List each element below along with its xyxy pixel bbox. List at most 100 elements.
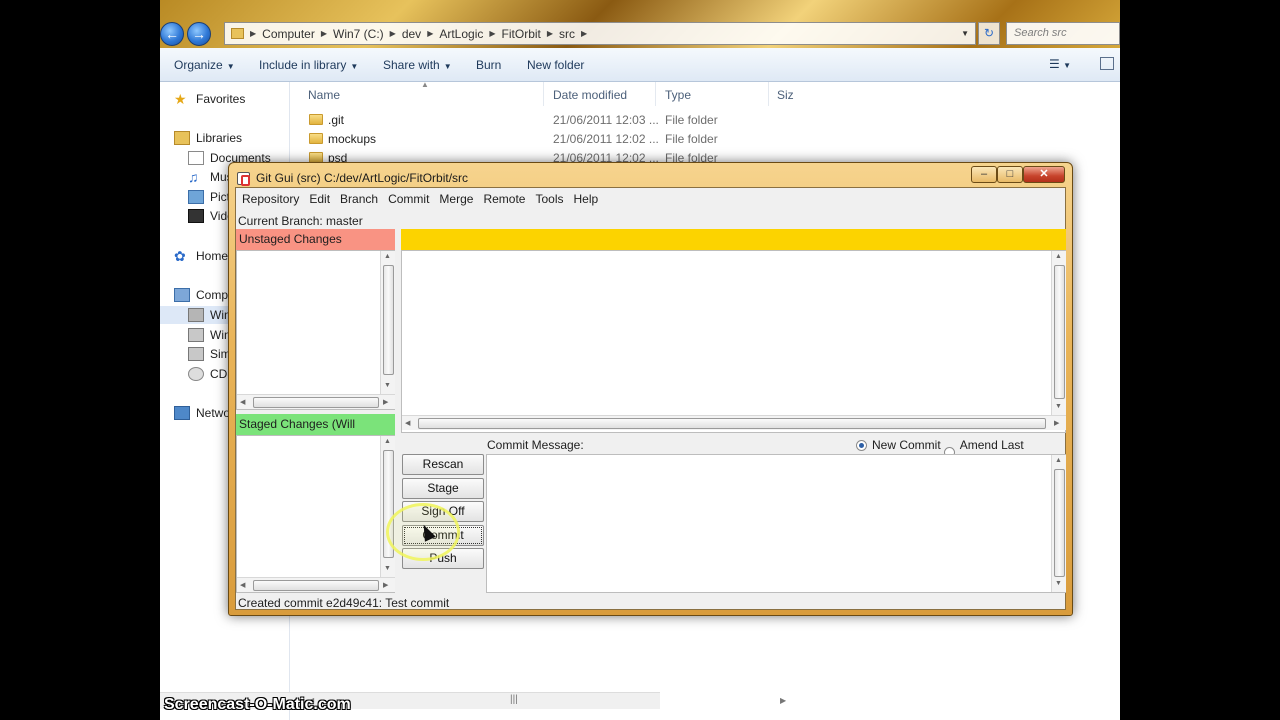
back-button[interactable]: ←	[160, 22, 184, 46]
menu-help[interactable]: Help	[573, 192, 598, 206]
nav-cd-drive[interactable]: CD-	[188, 367, 231, 381]
column-date[interactable]: Date modified	[553, 88, 627, 102]
crumb-dev[interactable]: dev	[402, 27, 421, 41]
title-bar: Git Gui (src) C:/dev/ArtLogic/FitOrbit/s…	[237, 169, 468, 187]
file-row[interactable]: .git 21/06/2011 12:03 ... File folder	[291, 111, 791, 130]
radio-selected-icon	[856, 439, 867, 451]
nav-libraries[interactable]: Libraries	[174, 131, 242, 145]
chevron-right-icon: ▶	[546, 29, 554, 38]
menu-remote[interactable]: Remote	[483, 192, 525, 206]
unstaged-file-list[interactable]: ▲ ▼ ◀ ▶	[236, 250, 395, 410]
nav-drive-win[interactable]: Win	[188, 328, 231, 342]
horizontal-scrollbar[interactable]: ◀ ▶	[402, 415, 1066, 430]
unstaged-changes-header: Unstaged Changes	[236, 229, 395, 250]
nav-computer[interactable]: Comp	[174, 288, 228, 302]
crumb-artlogic[interactable]: ArtLogic	[439, 27, 483, 41]
folder-icon	[309, 114, 323, 125]
menu-commit[interactable]: Commit	[388, 192, 429, 206]
file-row[interactable]: mockups 21/06/2011 12:02 ... File folder	[291, 130, 791, 149]
computer-icon	[174, 288, 190, 302]
letterbox-left	[0, 0, 160, 720]
crumb-fitorbit[interactable]: FitOrbit	[502, 27, 541, 41]
crumb-src[interactable]: src	[559, 27, 575, 41]
nav-homegroup[interactable]: ✿ Home	[174, 249, 228, 263]
current-branch-label: Current Branch: master	[238, 214, 363, 228]
close-button[interactable]: ✕	[1023, 166, 1065, 183]
horizontal-scrollbar[interactable]: ◀ ▶	[237, 394, 395, 409]
scroll-right-icon[interactable]: ▶	[780, 696, 786, 705]
maximize-button[interactable]: □	[997, 166, 1023, 183]
pictures-icon	[188, 190, 204, 204]
menu-edit[interactable]: Edit	[309, 192, 330, 206]
caret-down-icon: ▼	[350, 62, 359, 71]
drive-icon	[188, 308, 204, 322]
scroll-up-icon: ▲	[1055, 253, 1062, 260]
scroll-right-icon: ▶	[383, 399, 389, 406]
diff-header	[401, 229, 1066, 250]
address-row: ← → ▶ Computer ▶ Win7 (C:) ▶ dev ▶ ArtLo…	[160, 0, 1120, 48]
commit-message-input[interactable]: ▲ ▼	[486, 454, 1066, 593]
scroll-down-icon: ▼	[384, 382, 391, 389]
scroll-right-icon: ▶	[383, 582, 389, 589]
network-icon	[174, 406, 190, 420]
burn-button[interactable]: Burn	[476, 58, 501, 72]
search-input[interactable]: Search src	[1006, 22, 1120, 45]
refresh-button[interactable]: ↻	[978, 22, 1000, 45]
menu-branch[interactable]: Branch	[340, 192, 378, 206]
status-bar: Created commit e2d49c41: Test commit	[238, 596, 450, 610]
vertical-scrollbar[interactable]: ▲ ▼	[380, 436, 395, 577]
scroll-right-icon: ▶	[1054, 420, 1060, 427]
diff-view[interactable]: ▲ ▼ ◀ ▶	[401, 250, 1066, 433]
nav-pictures[interactable]: Pict	[188, 190, 230, 204]
vertical-scrollbar[interactable]: ▲ ▼	[380, 251, 395, 394]
scroll-down-icon: ▼	[1055, 403, 1062, 410]
view-options-icon[interactable]: ☰ ▼	[1049, 57, 1071, 71]
new-folder-button[interactable]: New folder	[527, 58, 584, 72]
minimize-button[interactable]: –	[971, 166, 997, 183]
git-gui-icon	[237, 171, 250, 186]
libraries-icon	[174, 131, 190, 145]
documents-icon	[188, 151, 204, 165]
nav-music[interactable]: ♫ Mus	[188, 170, 233, 184]
preview-pane-icon[interactable]	[1100, 57, 1114, 70]
scroll-left-icon: ◀	[240, 582, 246, 589]
forward-button[interactable]: →	[187, 22, 211, 46]
staged-file-list[interactable]: ▲ ▼ ◀ ▶	[236, 435, 395, 593]
homegroup-icon: ✿	[174, 248, 186, 264]
column-name[interactable]: Name	[308, 88, 340, 102]
menu-repository[interactable]: Repository	[242, 192, 299, 206]
chevron-right-icon: ▶	[320, 29, 327, 38]
share-with-menu[interactable]: Share with ▼	[383, 58, 452, 72]
crumb-computer[interactable]: Computer	[262, 27, 315, 41]
nav-videos[interactable]: Vide	[188, 209, 234, 223]
caret-down-icon: ▼	[443, 62, 452, 71]
commit-message-label: Commit Message:	[487, 438, 584, 452]
include-in-library-menu[interactable]: Include in library ▼	[259, 58, 358, 72]
organize-menu[interactable]: Organize ▼	[174, 58, 235, 72]
menu-tools[interactable]: Tools	[535, 192, 563, 206]
stage-changed-button[interactable]: Stage Changed	[402, 478, 484, 514]
sort-up-icon: ▲	[421, 80, 429, 89]
menu-bar: Repository Edit Branch Commit Merge Remo…	[236, 188, 1065, 210]
watermark: Screencast-O-Matic.com	[164, 696, 351, 713]
nav-favorites[interactable]: ★ Favorites	[174, 92, 245, 106]
address-bar[interactable]: ▶ Computer ▶ Win7 (C:) ▶ dev ▶ ArtLogic …	[224, 22, 976, 45]
crumb-drive[interactable]: Win7 (C:)	[333, 27, 384, 41]
vertical-scrollbar[interactable]: ▲ ▼	[1051, 455, 1066, 592]
horizontal-scrollbar[interactable]: ◀ ▶	[237, 577, 395, 592]
chevron-down-icon[interactable]: ▼	[961, 29, 969, 38]
git-gui-window: Git Gui (src) C:/dev/ArtLogic/FitOrbit/s…	[228, 162, 1073, 616]
vertical-scrollbar[interactable]: ▲ ▼	[1051, 251, 1066, 415]
scroll-up-icon: ▲	[1055, 457, 1062, 464]
column-size[interactable]: Siz	[777, 88, 794, 102]
letterbox-right	[1120, 0, 1280, 720]
folder-icon	[231, 28, 244, 39]
scroll-grip-icon[interactable]: |||	[510, 694, 518, 705]
scroll-up-icon: ▲	[384, 253, 391, 260]
nav-network[interactable]: Netwo	[174, 406, 230, 420]
column-type[interactable]: Type	[665, 88, 691, 102]
drive-icon	[188, 347, 204, 361]
new-commit-radio[interactable]: New Commit	[856, 438, 941, 452]
menu-merge[interactable]: Merge	[439, 192, 473, 206]
rescan-button[interactable]: Rescan	[402, 454, 484, 475]
